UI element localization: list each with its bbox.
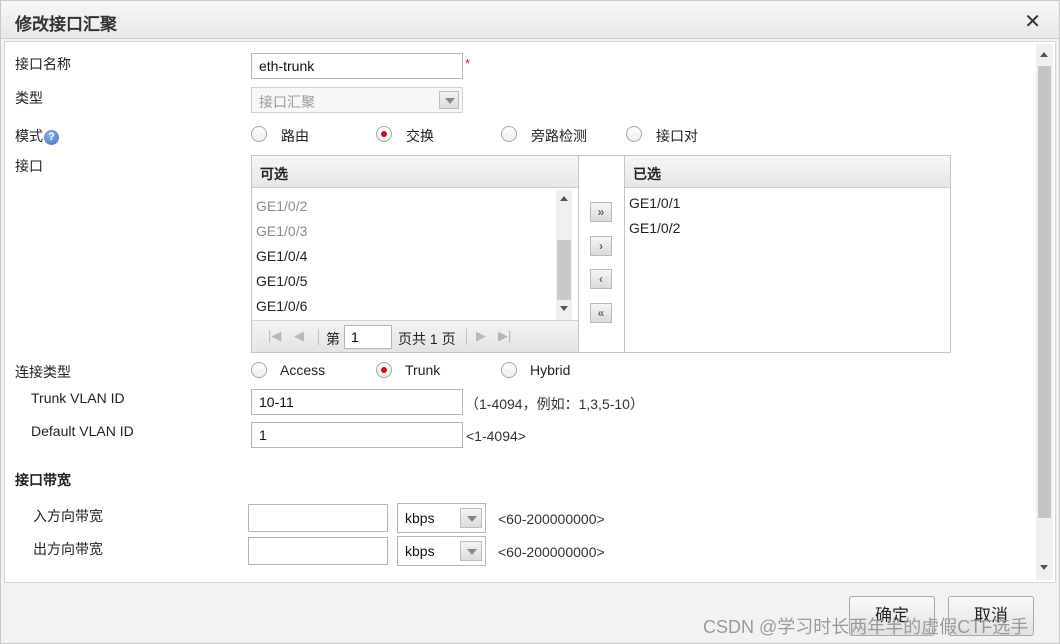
next-page-icon[interactable]: ▶ (476, 328, 486, 344)
trunk-vlan-label: Trunk VLAN ID (31, 390, 125, 406)
list-item[interactable]: GE1/0/2 (256, 198, 307, 214)
mode-radio-switch[interactable] (376, 126, 392, 142)
selected-interfaces-panel: 已选 GE1/0/1 GE1/0/2 (624, 155, 951, 353)
transfer-buttons-panel: » › ‹ « (579, 155, 625, 353)
page-suffix: 页共 1 页 (398, 331, 456, 347)
required-mark: * (465, 56, 471, 71)
list-item[interactable]: GE1/0/4 (256, 248, 307, 264)
inbound-bandwidth-hint: <60-200000000> (498, 511, 605, 527)
list-item[interactable]: GE1/0/6 (256, 298, 307, 314)
list-item-partial: … (256, 188, 266, 189)
link-label-access: Access (280, 362, 326, 378)
outbound-unit-value: kbps (405, 543, 435, 559)
link-radio-hybrid[interactable] (501, 362, 517, 378)
trunk-vlan-input[interactable] (251, 389, 463, 415)
interface-name-label: 接口名称 (15, 56, 71, 72)
chevron-down-icon (439, 91, 459, 109)
scroll-up-icon[interactable] (560, 196, 568, 201)
link-label-trunk: Trunk (405, 362, 441, 378)
mode-label-bypass: 旁路检测 (531, 128, 587, 144)
inbound-unit-select[interactable]: kbps (397, 503, 486, 533)
chevron-down-icon (460, 541, 482, 561)
inbound-unit-value: kbps (405, 510, 435, 526)
mode-label-text: 模式 (15, 128, 43, 144)
mode-label-switch: 交换 (406, 128, 434, 144)
interface-name-input[interactable] (251, 53, 463, 79)
default-vlan-input[interactable] (251, 422, 463, 448)
scroll-down-icon[interactable] (1040, 565, 1048, 570)
list-item[interactable]: GE1/0/1 (629, 195, 680, 211)
dialog-content: 接口名称 * 类型 接口汇聚 模式? 路由 交换 旁路检测 接口对 接口 可选 … (4, 41, 1056, 583)
last-page-icon[interactable]: ▶| (498, 328, 511, 344)
content-scrollbar[interactable] (1036, 44, 1053, 580)
available-list: … GE1/0/2 GE1/0/3 GE1/0/4 GE1/0/5 GE1/0/… (252, 188, 552, 320)
interface-label: 接口 (15, 158, 43, 174)
page-prefix: 第 (326, 331, 340, 347)
scroll-down-icon[interactable] (560, 306, 568, 311)
outbound-bandwidth-label: 出方向带宽 (33, 541, 103, 557)
inbound-bandwidth-input[interactable] (248, 504, 388, 532)
inbound-bandwidth-label: 入方向带宽 (33, 508, 103, 524)
dialog-title: 修改接口汇聚 (15, 15, 117, 34)
default-vlan-label: Default VLAN ID (31, 423, 134, 439)
remove-all-button[interactable]: « (590, 303, 612, 323)
scroll-thumb[interactable] (557, 240, 571, 300)
pager: |◀ ◀ 第 页共 1 页 ▶ ▶| (252, 320, 578, 352)
pager-divider (318, 329, 319, 345)
add-button[interactable]: › (590, 236, 612, 256)
selected-header: 已选 (625, 156, 950, 188)
list-item[interactable]: GE1/0/2 (629, 220, 680, 236)
type-select: 接口汇聚 (251, 87, 463, 113)
type-select-value: 接口汇聚 (259, 94, 315, 110)
default-vlan-hint: <1-4094> (466, 428, 526, 444)
mode-radio-pair[interactable] (626, 126, 642, 142)
link-type-label: 连接类型 (15, 364, 71, 380)
available-header: 可选 (252, 156, 578, 188)
link-label-hybrid: Hybrid (530, 362, 571, 378)
link-radio-trunk[interactable] (376, 362, 392, 378)
modify-interface-aggregation-dialog: 修改接口汇聚 ✕ 接口名称 * 类型 接口汇聚 模式? 路由 交换 旁路检测 接… (0, 0, 1060, 644)
outbound-unit-select[interactable]: kbps (397, 536, 486, 566)
close-icon[interactable]: ✕ (1024, 9, 1041, 34)
outbound-bandwidth-hint: <60-200000000> (498, 544, 605, 560)
available-scrollbar[interactable] (556, 190, 572, 320)
mode-label-route: 路由 (281, 128, 309, 144)
mode-label-pair: 接口对 (656, 128, 698, 144)
type-label: 类型 (15, 90, 43, 106)
watermark: CSDN @学习时长两年半的虚假CTF选手 (703, 617, 1029, 637)
link-radio-access[interactable] (251, 362, 267, 378)
mode-radio-route[interactable] (251, 126, 267, 142)
add-all-button[interactable]: » (590, 202, 612, 222)
mode-label: 模式? (15, 126, 59, 146)
list-item[interactable]: GE1/0/5 (256, 273, 307, 289)
available-interfaces-panel: 可选 … GE1/0/2 GE1/0/3 GE1/0/4 GE1/0/5 GE1… (251, 155, 579, 353)
list-item[interactable]: GE1/0/3 (256, 223, 307, 239)
chevron-down-icon (460, 508, 482, 528)
help-icon[interactable]: ? (44, 129, 59, 145)
pager-divider (466, 329, 467, 345)
trunk-vlan-hint: （1-4094，例如：1,3,5-10） (465, 396, 644, 412)
first-page-icon[interactable]: |◀ (268, 328, 281, 344)
page-number-input[interactable] (344, 325, 392, 349)
scroll-thumb[interactable] (1038, 66, 1051, 518)
dialog-titlebar: 修改接口汇聚 ✕ (1, 1, 1059, 39)
outbound-bandwidth-input[interactable] (248, 537, 388, 565)
remove-button[interactable]: ‹ (590, 269, 612, 289)
prev-page-icon[interactable]: ◀ (294, 328, 304, 344)
bandwidth-section-title: 接口带宽 (15, 472, 71, 488)
mode-radio-bypass[interactable] (501, 126, 517, 142)
scroll-up-icon[interactable] (1040, 52, 1048, 57)
